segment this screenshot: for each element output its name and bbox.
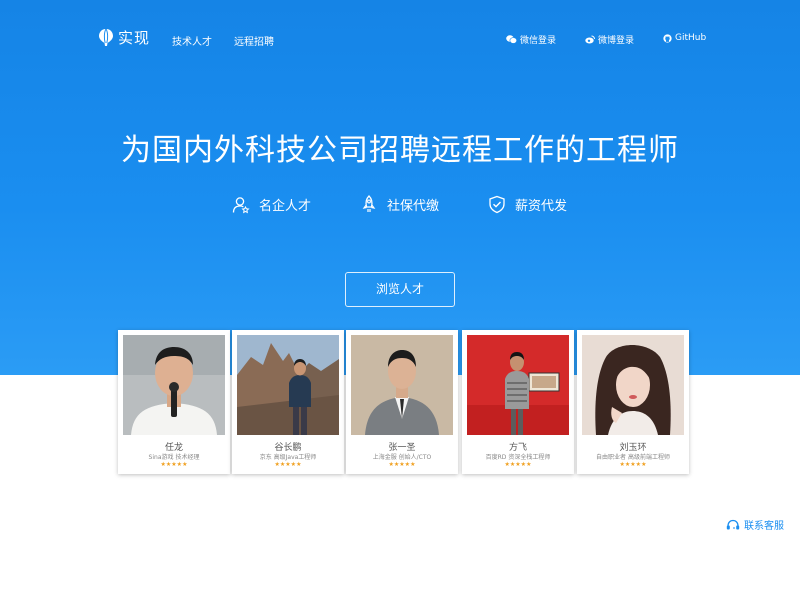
github-icon [663, 33, 672, 43]
talent-rating: ★★★★★ [504, 461, 532, 468]
talent-card[interactable]: 张一圣 上海金服 创始人/CTO ★★★★★ [346, 330, 458, 474]
talent-meta: 自由职业者 高级前端工程师 [596, 454, 670, 461]
talent-card[interactable]: 任龙 Sina游戏 技术经理 ★★★★★ [118, 330, 230, 474]
feature-social-insurance: 社保代缴 [360, 195, 439, 214]
hero-headline: 为国内外科技公司招聘远程工作的工程师 [121, 133, 679, 168]
wechat-icon [506, 35, 517, 44]
feature-top-talent: 名企人才 [232, 195, 311, 214]
logo-text: 实现 [118, 29, 151, 47]
logo[interactable]: 实现 [98, 27, 150, 48]
weibo-login-label: 微博登录 [598, 36, 635, 46]
github-login-label: GitHub [675, 33, 707, 43]
talent-meta: 京东 高级Java工程师 [259, 454, 317, 461]
talent-meta: Sina游戏 技术经理 [148, 454, 200, 461]
talent-photo [582, 335, 684, 435]
feature-label: 薪资代发 [515, 199, 568, 214]
talent-rating: ★★★★★ [388, 461, 416, 468]
talent-card[interactable]: 谷长鹏 京东 高级Java工程师 ★★★★★ [232, 330, 344, 474]
headset-icon [726, 519, 740, 529]
talent-meta: 百度RD 资深全栈工程师 [485, 454, 551, 461]
talent-photo [237, 335, 339, 435]
talent-rating: ★★★★★ [619, 461, 647, 468]
balloon-logo-icon [99, 28, 113, 46]
talent-rating: ★★★★★ [160, 461, 188, 468]
wechat-login-label: 微信登录 [520, 36, 557, 46]
talent-card[interactable]: 方飞 百度RD 资深全栈工程师 ★★★★★ [462, 330, 574, 474]
weibo-icon [585, 35, 595, 44]
talent-card[interactable]: 刘玉环 自由职业者 高级前端工程师 ★★★★★ [577, 330, 689, 474]
nav-remote-hiring[interactable]: 远程招聘 [234, 33, 274, 48]
github-login-link[interactable]: GitHub [663, 33, 706, 43]
wechat-login-link[interactable]: 微信登录 [506, 33, 556, 46]
feature-payroll: 薪资代发 [488, 195, 567, 214]
feature-label: 社保代缴 [387, 199, 440, 214]
contact-support-button[interactable]: 联系客服 [726, 517, 784, 532]
talent-photo [467, 335, 569, 435]
hero-banner: 实现 技术人才 远程招聘 微信登录 微博登录 GitHub 为国内外科技公司招聘… [0, 0, 800, 375]
talent-photo [351, 335, 453, 435]
rocket-icon [362, 195, 376, 212]
weibo-login-link[interactable]: 微博登录 [585, 33, 634, 46]
talent-meta: 上海金服 创始人/CTO [372, 454, 432, 461]
user-star-icon [232, 196, 250, 213]
talent-rating: ★★★★★ [274, 461, 302, 468]
support-label: 联系客服 [744, 521, 784, 532]
browse-talent-button[interactable]: 浏览人才 [345, 272, 455, 307]
nav-talent[interactable]: 技术人才 [172, 33, 212, 48]
feature-label: 名企人才 [259, 199, 312, 214]
shield-check-icon [489, 195, 505, 214]
talent-photo [123, 335, 225, 435]
